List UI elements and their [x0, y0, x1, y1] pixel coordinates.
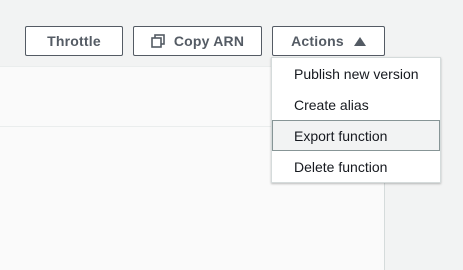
actions-button-label: Actions — [291, 33, 344, 49]
menu-item-label: Create alias — [294, 96, 369, 113]
menu-item-publish-new-version[interactable]: Publish new version — [272, 58, 440, 89]
copy-icon — [151, 34, 165, 48]
caret-up-icon — [353, 36, 366, 46]
throttle-button-label: Throttle — [47, 33, 101, 49]
copy-arn-button-label: Copy ARN — [173, 33, 245, 49]
copy-arn-button[interactable]: Copy ARN — [133, 26, 262, 56]
throttle-button[interactable]: Throttle — [25, 26, 123, 56]
menu-item-create-alias[interactable]: Create alias — [272, 89, 440, 120]
actions-dropdown-menu: Publish new version Create alias Export … — [271, 57, 441, 183]
menu-item-delete-function[interactable]: Delete function — [272, 151, 440, 182]
menu-item-label: Publish new version — [294, 65, 419, 82]
menu-item-label: Delete function — [294, 158, 388, 175]
page: Throttle Copy ARN Actions Publish new ve… — [0, 0, 463, 270]
menu-item-export-function[interactable]: Export function — [272, 120, 440, 151]
actions-button[interactable]: Actions — [272, 26, 385, 56]
menu-item-label: Export function — [294, 127, 388, 144]
